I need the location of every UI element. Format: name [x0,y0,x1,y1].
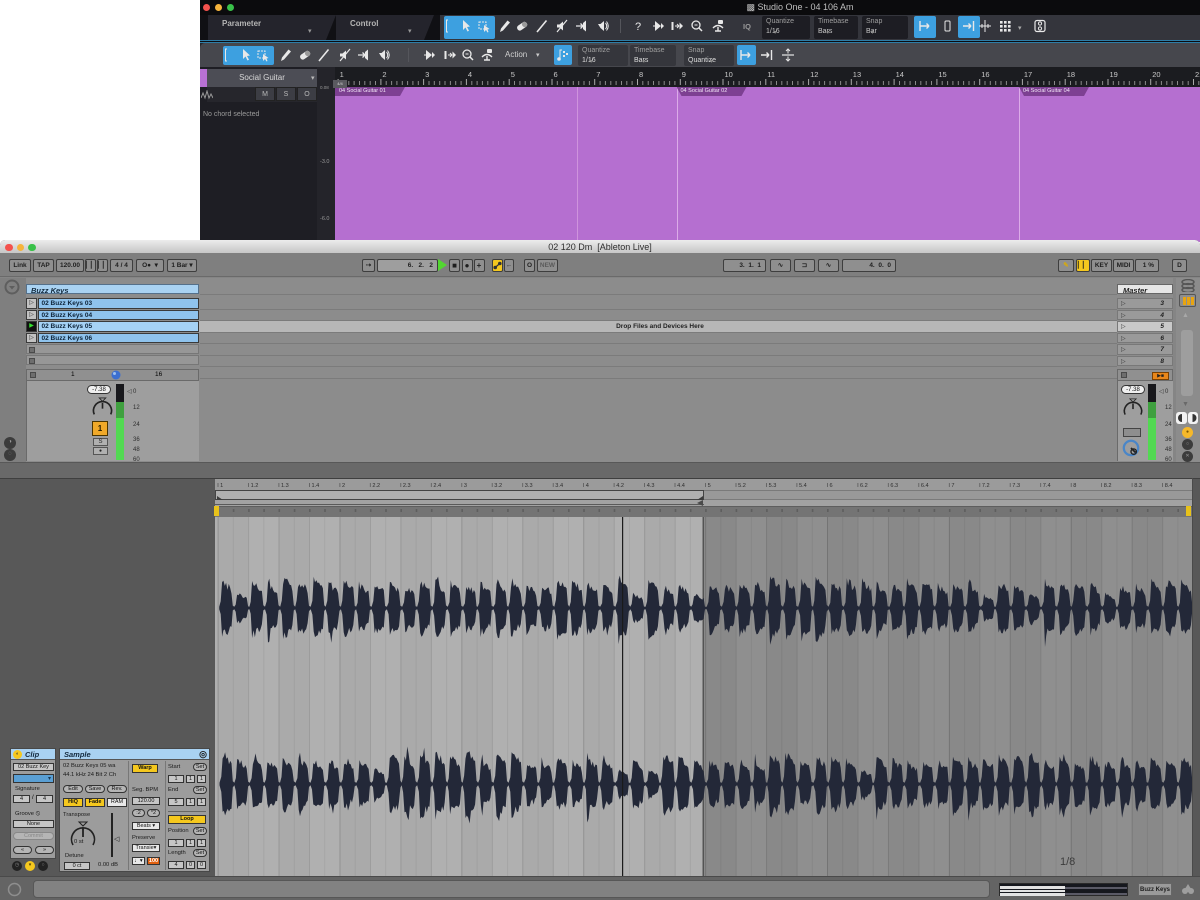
svg-text:7: 7 [596,70,600,79]
svg-text:5: 5 [708,483,711,489]
svg-text:6: 6 [554,70,558,79]
svg-text:2: 2 [382,70,386,79]
svg-text:6.2: 6.2 [860,483,868,489]
svg-text:7.4: 7.4 [1043,483,1051,489]
svg-text:3.2: 3.2 [494,483,502,489]
svg-text:5.2: 5.2 [738,483,746,489]
svg-text:2.2: 2.2 [372,483,380,489]
svg-text:1.3: 1.3 [281,483,289,489]
svg-text:19: 19 [1110,70,1118,79]
svg-text:4.2: 4.2 [616,483,624,489]
svg-text:15: 15 [938,70,946,79]
svg-text:14: 14 [896,70,904,79]
svg-text:8.2: 8.2 [1104,483,1112,489]
svg-text:7.3: 7.3 [1012,483,1020,489]
svg-text:16: 16 [981,70,989,79]
svg-text:8: 8 [639,70,643,79]
svg-text:11: 11 [767,70,775,79]
svg-text:12: 12 [810,70,818,79]
svg-text:20: 20 [1152,70,1160,79]
svg-text:?: ? [635,21,641,33]
svg-text:5.3: 5.3 [769,483,777,489]
svg-text:5.4: 5.4 [799,483,807,489]
svg-text:6: 6 [830,483,833,489]
svg-text:8: 8 [1073,483,1076,489]
svg-text:4: 4 [468,70,472,79]
svg-text:1: 1 [220,483,223,489]
svg-text:2.4: 2.4 [433,483,441,489]
svg-text:18: 18 [1067,70,1075,79]
svg-text:2: 2 [342,483,345,489]
svg-text:1.2: 1.2 [251,483,259,489]
svg-text:7: 7 [951,483,954,489]
svg-text:2.3: 2.3 [403,483,411,489]
svg-text:13: 13 [853,70,861,79]
svg-text:3.3: 3.3 [525,483,533,489]
svg-text:9: 9 [682,70,686,79]
svg-text:3: 3 [425,70,429,79]
svg-text:4.4: 4.4 [677,483,685,489]
svg-text:3.4: 3.4 [555,483,563,489]
svg-text:8.4: 8.4 [1165,483,1173,489]
svg-text:6.4: 6.4 [921,483,929,489]
svg-text:5: 5 [511,70,515,79]
svg-text:8.3: 8.3 [1134,483,1142,489]
svg-text:3: 3 [464,483,467,489]
svg-text:4: 4 [586,483,589,489]
svg-text:1.4: 1.4 [312,483,320,489]
svg-text:1/8: 1/8 [1060,856,1075,868]
svg-text:4.3: 4.3 [647,483,655,489]
svg-text:10: 10 [725,70,733,79]
svg-text:7.2: 7.2 [982,483,990,489]
svg-text:6.3: 6.3 [890,483,898,489]
svg-text:17: 17 [1024,70,1032,79]
svg-text:21: 21 [1195,70,1200,79]
svg-text:1: 1 [340,70,344,79]
